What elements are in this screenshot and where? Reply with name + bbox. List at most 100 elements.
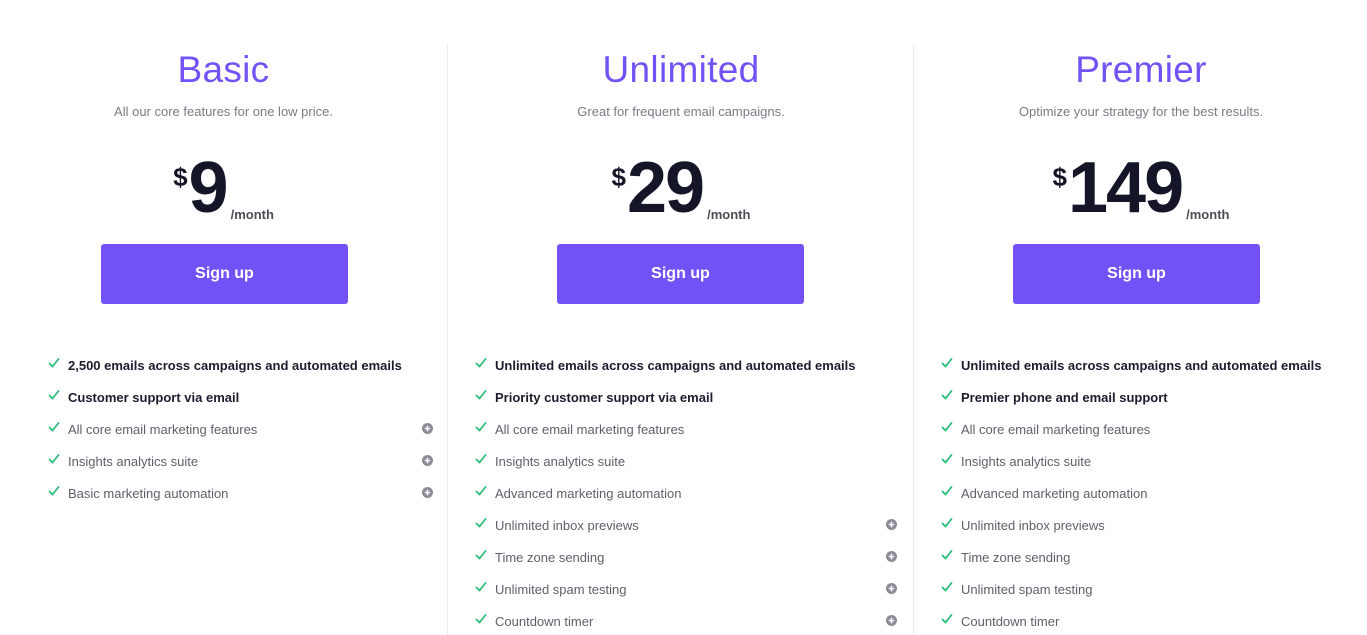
check-icon: [48, 453, 60, 464]
feature-item: Unlimited inbox previews: [475, 509, 897, 541]
feature-item: Countdown timer: [475, 605, 897, 635]
feature-item: All core email marketing features: [941, 413, 1351, 445]
feature-label: Unlimited emails across campaigns and au…: [495, 357, 856, 373]
plan-card-basic: Basic All our core features for one low …: [0, 0, 447, 635]
check-icon: [941, 357, 953, 368]
price-currency: $: [611, 162, 627, 192]
feature-item: Advanced marketing automation: [941, 477, 1351, 509]
plan-tagline: Great for frequent email campaigns.: [577, 104, 785, 119]
feature-label: Unlimited spam testing: [495, 581, 627, 597]
feature-item: Insights analytics suite: [941, 445, 1351, 477]
check-icon: [475, 357, 487, 368]
price-period: /month: [230, 207, 274, 222]
feature-item: Customer support via email: [48, 381, 433, 413]
feature-item: All core email marketing features: [475, 413, 897, 445]
feature-item: Basic marketing automation: [48, 477, 433, 509]
feature-list: Unlimited emails across campaigns and au…: [941, 349, 1351, 635]
price-amount: 29: [627, 148, 705, 228]
feature-item: Countdown timer: [941, 605, 1351, 635]
feature-label: Unlimited emails across campaigns and au…: [961, 357, 1322, 373]
feature-label: All core email marketing features: [961, 421, 1151, 437]
sign-up-button-premier[interactable]: Sign up: [1013, 244, 1260, 304]
feature-label: Customer support via email: [68, 389, 240, 405]
expand-plus-icon[interactable]: [886, 583, 897, 594]
feature-label: Countdown timer: [961, 613, 1060, 629]
plan-price: $ 29 /month: [448, 152, 914, 227]
feature-item: Time zone sending: [941, 541, 1351, 573]
check-icon: [475, 485, 487, 496]
feature-label: Time zone sending: [495, 549, 605, 565]
price-amount: 9: [188, 148, 229, 228]
expand-plus-icon[interactable]: [886, 519, 897, 530]
plan-tagline: Optimize your strategy for the best resu…: [1018, 104, 1264, 119]
check-icon: [48, 485, 60, 496]
check-icon: [48, 389, 60, 400]
feature-label: Basic marketing automation: [68, 485, 229, 501]
feature-item: Advanced marketing automation: [475, 477, 897, 509]
feature-label: Insights analytics suite: [961, 453, 1092, 469]
price-period: /month: [1186, 207, 1230, 222]
plan-name: Basic: [177, 49, 270, 90]
check-icon: [941, 581, 953, 592]
plan-card-unlimited: Unlimited Great for frequent email campa…: [447, 43, 914, 635]
feature-label: Advanced marketing automation: [961, 485, 1148, 501]
check-icon: [941, 421, 953, 432]
plan-name: Unlimited: [602, 49, 760, 90]
check-icon: [48, 421, 60, 432]
check-icon: [475, 517, 487, 528]
price-period: /month: [707, 207, 751, 222]
check-icon: [941, 389, 953, 400]
plan-price: $ 149 /month: [914, 152, 1367, 227]
feature-label: Unlimited spam testing: [961, 581, 1093, 597]
plan-price: $ 9 /month: [0, 152, 447, 227]
expand-plus-icon[interactable]: [886, 615, 897, 626]
check-icon: [475, 421, 487, 432]
feature-label: All core email marketing features: [495, 421, 685, 437]
check-icon: [475, 389, 487, 400]
feature-item: Unlimited emails across campaigns and au…: [941, 349, 1351, 381]
expand-plus-icon[interactable]: [422, 455, 433, 466]
expand-plus-icon[interactable]: [422, 423, 433, 434]
price-amount: 149: [1068, 148, 1184, 228]
feature-item: Premier phone and email support: [941, 381, 1351, 413]
pricing-plans: Basic All our core features for one low …: [0, 0, 1367, 635]
feature-label: Countdown timer: [495, 613, 594, 629]
feature-label: Unlimited inbox previews: [495, 517, 639, 533]
feature-item: Unlimited emails across campaigns and au…: [475, 349, 897, 381]
sign-up-button-unlimited[interactable]: Sign up: [557, 244, 804, 304]
plan-tagline: All our core features for one low price.: [114, 104, 333, 119]
check-icon: [941, 549, 953, 560]
check-icon: [48, 357, 60, 368]
expand-plus-icon[interactable]: [886, 551, 897, 562]
check-icon: [941, 453, 953, 464]
price-currency: $: [1052, 162, 1067, 192]
feature-label: 2,500 emails across campaigns and automa…: [68, 357, 402, 373]
feature-label: Premier phone and email support: [961, 389, 1168, 405]
feature-item: Unlimited spam testing: [475, 573, 897, 605]
plan-name: Premier: [1075, 49, 1207, 90]
check-icon: [941, 517, 953, 528]
feature-item: Time zone sending: [475, 541, 897, 573]
feature-list: 2,500 emails across campaigns and automa…: [48, 349, 433, 509]
expand-plus-icon[interactable]: [422, 487, 433, 498]
feature-label: Insights analytics suite: [68, 453, 199, 469]
check-icon: [475, 613, 487, 624]
feature-item: 2,500 emails across campaigns and automa…: [48, 349, 433, 381]
feature-label: Priority customer support via email: [495, 389, 714, 405]
check-icon: [475, 549, 487, 560]
feature-item: Insights analytics suite: [48, 445, 433, 477]
check-icon: [475, 581, 487, 592]
feature-list: Unlimited emails across campaigns and au…: [475, 349, 897, 635]
sign-up-button-basic[interactable]: Sign up: [101, 244, 348, 304]
feature-label: All core email marketing features: [68, 421, 258, 437]
price-currency: $: [173, 162, 188, 192]
feature-item: Priority customer support via email: [475, 381, 897, 413]
feature-item: Insights analytics suite: [475, 445, 897, 477]
plan-card-premier: Premier Optimize your strategy for the b…: [913, 43, 1367, 635]
check-icon: [941, 485, 953, 496]
feature-label: Insights analytics suite: [495, 453, 626, 469]
feature-label: Time zone sending: [961, 549, 1071, 565]
feature-label: Unlimited inbox previews: [961, 517, 1105, 533]
feature-item: All core email marketing features: [48, 413, 433, 445]
feature-item: Unlimited inbox previews: [941, 509, 1351, 541]
